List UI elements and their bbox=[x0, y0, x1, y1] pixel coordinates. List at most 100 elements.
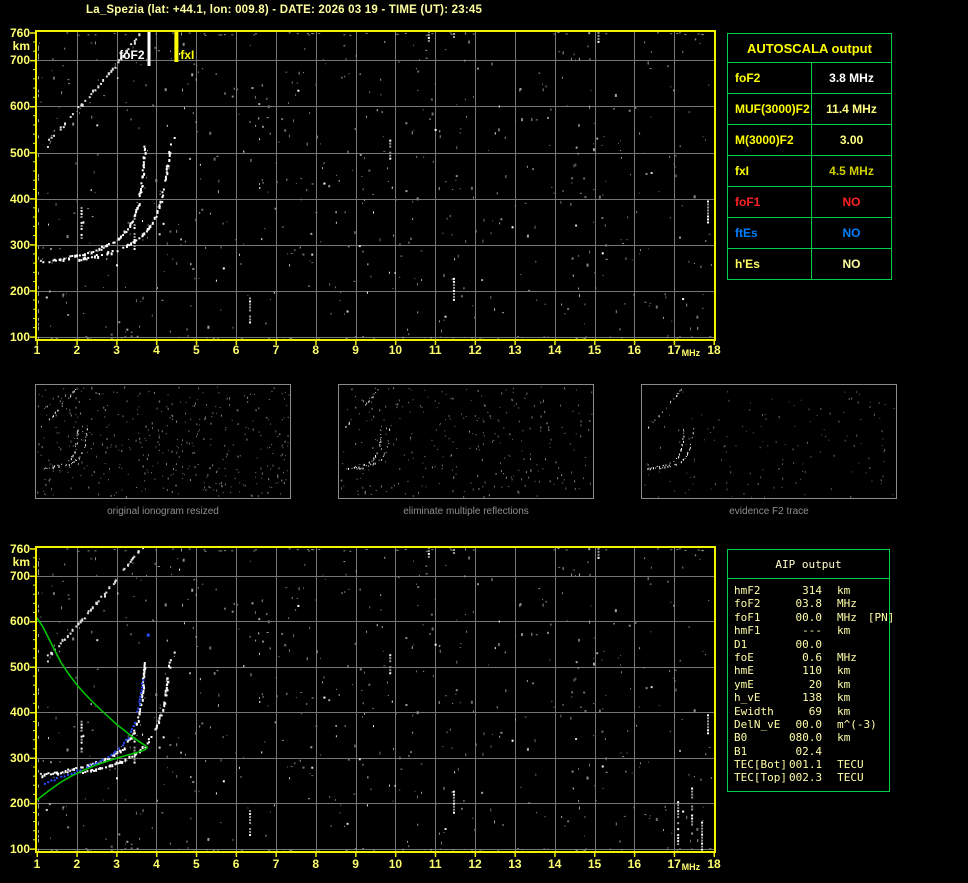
aip-table-row: h_vE 138 km bbox=[734, 691, 889, 704]
x-tick-label: 18 bbox=[707, 857, 721, 871]
y-axis-unit: km bbox=[12, 38, 30, 53]
aip-name: foF2 bbox=[734, 597, 761, 611]
x-tick-label: 9 bbox=[352, 343, 359, 357]
row-value: 11.4 MHz bbox=[826, 102, 877, 116]
thumbnail-caption: eliminate multiple reflections bbox=[403, 506, 529, 517]
x-tick-label: 7 bbox=[272, 857, 280, 871]
y-tick-label: 760 bbox=[9, 25, 30, 40]
thumbnail-caption: original ionogram resized bbox=[107, 506, 219, 517]
aip-note: [PN] bbox=[867, 610, 895, 624]
x-tick-label: 11 bbox=[428, 857, 442, 871]
y-axis-unit: km bbox=[12, 554, 30, 569]
aip-unit: km bbox=[837, 624, 851, 638]
x-tick-label: 13 bbox=[508, 343, 522, 357]
x-tick-label: 14 bbox=[548, 857, 562, 871]
aip-table-row: foF1 00.0 MHz [PN] bbox=[734, 610, 894, 624]
x-tick-label: 1 bbox=[33, 857, 41, 871]
aip-unit: MHz bbox=[837, 610, 857, 624]
aip-name: foE bbox=[734, 650, 754, 664]
aip-val: 02.4 bbox=[795, 744, 823, 758]
aip-table-row: DelN_vE 00.0 m^(-3) bbox=[734, 718, 889, 731]
y-tick-label: 500 bbox=[9, 659, 30, 674]
y-tick-label: 200 bbox=[9, 796, 30, 811]
y-tick-label: 100 bbox=[9, 841, 30, 856]
aip-table-row: foF2 03.8 MHz bbox=[734, 597, 889, 610]
y-tick-label: 400 bbox=[9, 191, 30, 206]
aip-name: hmF1 bbox=[734, 624, 761, 638]
y-tick-label: 700 bbox=[9, 53, 30, 68]
aip-unit: km bbox=[837, 731, 851, 745]
aip-table-row: B1 02.4 bbox=[734, 745, 889, 758]
row-label: h'Es bbox=[728, 249, 812, 279]
x-tick-label: 15 bbox=[587, 857, 602, 871]
autoscala-table-row: M(3000)F2 3.00 bbox=[728, 125, 891, 156]
y-tick-label: 760 bbox=[9, 541, 30, 556]
x-tick-label: 4 bbox=[153, 857, 160, 871]
aip-table-row: TEC[Top] 002.3 TECU bbox=[734, 771, 889, 784]
autoscala-table-row: fxI 4.5 MHz bbox=[728, 156, 891, 187]
station-title: La_Spezia (lat: +44.1, lon: 009.8) - DAT… bbox=[86, 4, 483, 16]
row-label: foF2 bbox=[728, 63, 812, 93]
row-label: foF1 bbox=[728, 187, 812, 217]
aip-table-row: ymE 20 km bbox=[734, 678, 889, 691]
y-tick-label: 200 bbox=[9, 283, 30, 298]
y-tick-label: 100 bbox=[9, 329, 30, 344]
row-label: M(3000)F2 bbox=[728, 125, 812, 155]
aip-table-row: hmE 110 km bbox=[734, 664, 889, 677]
thumbnail-caption: evidence F2 trace bbox=[729, 506, 809, 517]
aip-table-row: hmF2 314 km bbox=[734, 584, 889, 597]
aip-name: TEC[Top] bbox=[734, 771, 787, 785]
x-tick-label: 15 bbox=[587, 343, 602, 357]
x-tick-label: 16 bbox=[627, 343, 642, 357]
x-tick-label: 12 bbox=[468, 857, 482, 871]
aip-name: DelN_vE bbox=[734, 717, 781, 731]
row-value: NO bbox=[842, 195, 861, 209]
aip-unit: MHz bbox=[837, 597, 857, 611]
row-value: NO bbox=[842, 257, 861, 271]
x-tick-label: 8 bbox=[312, 343, 320, 357]
aip-val: 001.1 bbox=[789, 758, 823, 772]
aip-table-row: TEC[Bot] 001.1 TECU bbox=[734, 758, 889, 771]
aip-name: B0 bbox=[734, 731, 748, 745]
x-tick-label: 7 bbox=[272, 343, 280, 357]
x-tick-label: 3 bbox=[113, 857, 120, 871]
x-tick-label: 4 bbox=[153, 343, 160, 357]
x-tick-label: 9 bbox=[352, 857, 359, 871]
x-tick-label: 6 bbox=[232, 857, 240, 871]
aip-table-row: foE 0.6 MHz bbox=[734, 651, 889, 664]
thumbnail-evidence-f2-trace bbox=[641, 384, 897, 499]
autoscala-table-row: MUF(3000)F2 11.4 MHz bbox=[728, 94, 891, 125]
aip-val: 0.6 bbox=[802, 650, 822, 664]
y-tick-label: 300 bbox=[9, 237, 30, 252]
main-ionogram-canvas bbox=[27, 24, 722, 349]
aip-val: 002.3 bbox=[789, 771, 823, 785]
aip-unit: MHz bbox=[837, 650, 857, 664]
row-value: 4.5 MHz bbox=[829, 164, 874, 178]
row-value: 3.00 bbox=[839, 133, 864, 147]
aip-val: --- bbox=[802, 624, 822, 638]
x-tick-label: 5 bbox=[192, 343, 200, 357]
thumbnail-original-ionogram bbox=[35, 384, 291, 499]
x-tick-label: 5 bbox=[192, 857, 200, 871]
aip-name: D1 bbox=[734, 637, 748, 651]
aip-name: Ewidth bbox=[734, 704, 774, 718]
y-tick-label: 600 bbox=[9, 99, 30, 114]
x-tick-label: 2 bbox=[73, 343, 81, 357]
aip-table-title: AIP output bbox=[728, 550, 889, 579]
x-tick-label: 10 bbox=[388, 343, 403, 357]
x-tick-label: 18 bbox=[707, 343, 721, 357]
aip-val: 314 bbox=[802, 584, 822, 597]
aip-table-row: Ewidth 69 km bbox=[734, 705, 889, 718]
y-tick-label: 400 bbox=[9, 705, 30, 720]
x-tick-label: 11 bbox=[428, 343, 442, 357]
aip-name: B1 bbox=[734, 744, 748, 758]
x-tick-label: 14 bbox=[548, 343, 562, 357]
autoscala-table-row: foF1 NO bbox=[728, 187, 891, 218]
x-tick-label: 1 bbox=[33, 343, 41, 357]
aip-val: 03.8 bbox=[795, 597, 823, 611]
aip-unit: km bbox=[837, 691, 851, 705]
aip-val: 080.0 bbox=[789, 731, 823, 745]
bottom-ionogram-canvas bbox=[27, 540, 722, 861]
x-tick-label: 10 bbox=[388, 857, 403, 871]
row-label: ftEs bbox=[728, 218, 812, 248]
